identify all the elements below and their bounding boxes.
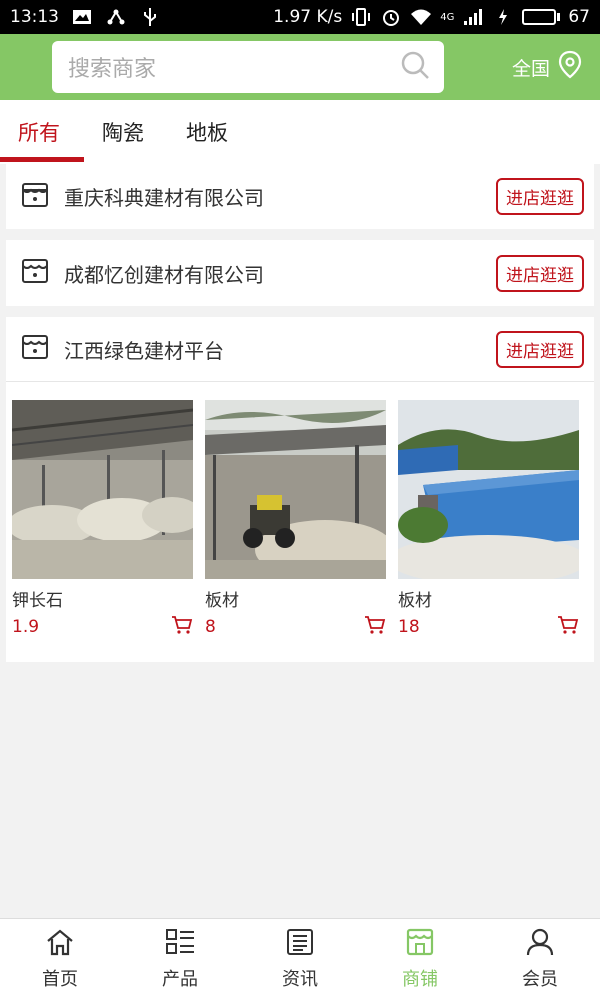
tab-flooring[interactable]: 地板 (186, 100, 228, 164)
nav-news[interactable]: 资讯 (240, 919, 360, 1000)
category-tabs: 所有 陶瓷 地板 (0, 100, 600, 164)
vibrate-icon (350, 7, 372, 27)
user-icon (525, 928, 555, 961)
product-price: 18 (398, 617, 420, 637)
region-selector[interactable]: 全国 (512, 50, 584, 85)
bottom-navigation: 首页 产品 资讯 商铺 会员 (0, 918, 600, 1000)
search-bar[interactable]: 搜索商家 (52, 41, 444, 93)
tab-label: 地板 (186, 121, 228, 145)
active-tab-indicator (0, 157, 84, 162)
usb-icon (139, 7, 161, 27)
nav-label: 商铺 (402, 969, 438, 990)
news-icon (285, 928, 315, 961)
tab-label: 陶瓷 (102, 121, 144, 145)
store-icon (405, 928, 435, 961)
store-name[interactable]: 重庆科典建材有限公司 (64, 182, 496, 211)
product-item[interactable]: 钾长石 1.9 (12, 400, 193, 639)
product-name: 板材 (398, 591, 432, 611)
store-card: 重庆科典建材有限公司 进店逛逛 (6, 164, 594, 229)
usb-share-icon (105, 7, 127, 27)
product-name: 钾长石 (12, 591, 63, 611)
nav-home[interactable]: 首页 (0, 919, 120, 1000)
wifi-icon (410, 7, 432, 27)
visit-store-button[interactable]: 进店逛逛 (496, 254, 584, 292)
tab-all[interactable]: 所有 (18, 100, 60, 164)
store-name[interactable]: 江西绿色建材平台 (64, 335, 496, 364)
cart-icon[interactable] (171, 615, 193, 639)
nav-products[interactable]: 产品 (120, 919, 240, 1000)
product-item[interactable]: 板材 18 (398, 400, 579, 639)
nav-label: 资讯 (282, 969, 318, 990)
status-bar: 13:13 1.97 K/s 4G 67 (0, 0, 600, 34)
visit-store-button[interactable]: 进店逛逛 (496, 330, 584, 368)
nav-label: 会员 (522, 969, 558, 990)
product-item[interactable]: 板材 8 (205, 400, 386, 639)
product-price: 8 (205, 617, 216, 637)
tab-ceramics[interactable]: 陶瓷 (102, 100, 144, 164)
region-label: 全国 (511, 57, 550, 80)
cart-icon[interactable] (557, 615, 579, 639)
network-speed: 1.97 K/s (273, 7, 343, 27)
message-icon (71, 7, 93, 27)
app-header: 搜索商家 全国 (0, 34, 600, 100)
network-type: 4G (440, 11, 455, 23)
product-list: 钾长石 1.9 板材 8 板材 18 (6, 382, 594, 639)
product-list-icon (165, 928, 195, 961)
product-name: 板材 (205, 591, 239, 611)
signal-icon (462, 7, 484, 27)
store-name[interactable]: 成都忆创建材有限公司 (64, 259, 496, 288)
product-image[interactable] (398, 400, 579, 579)
status-time: 13:13 (10, 7, 59, 27)
store-icon (20, 180, 50, 214)
alarm-icon (380, 7, 402, 27)
store-card: 江西绿色建材平台 进店逛逛 钾长石 1.9 板材 8 板材 18 (6, 317, 594, 662)
cart-icon[interactable] (364, 615, 386, 639)
home-icon (45, 928, 75, 961)
product-price: 1.9 (12, 617, 40, 637)
store-card: 成都忆创建材有限公司 进店逛逛 (6, 240, 594, 306)
product-image[interactable] (205, 400, 386, 579)
nav-label: 产品 (162, 969, 198, 990)
search-icon[interactable] (400, 50, 430, 84)
tab-label: 所有 (18, 121, 60, 145)
battery-percent: 67 (568, 7, 590, 27)
search-input[interactable]: 搜索商家 (68, 51, 400, 83)
visit-store-button[interactable]: 进店逛逛 (496, 178, 584, 215)
product-image[interactable] (12, 400, 193, 579)
store-icon (20, 332, 50, 366)
charging-icon (492, 7, 514, 27)
location-pin-icon (556, 50, 584, 85)
store-icon (20, 256, 50, 290)
battery-icon (522, 9, 561, 25)
nav-label: 首页 (42, 969, 78, 990)
nav-stores[interactable]: 商铺 (360, 919, 480, 1000)
nav-member[interactable]: 会员 (480, 919, 600, 1000)
